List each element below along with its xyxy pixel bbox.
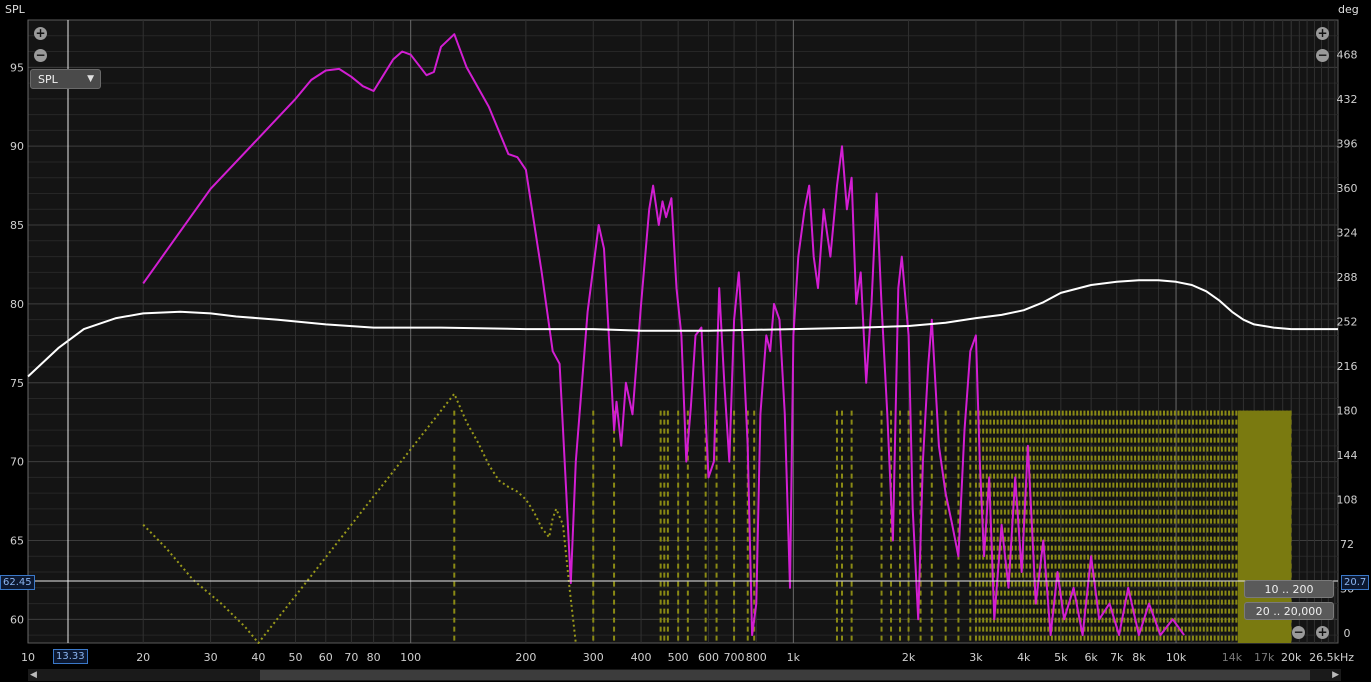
cursor-x-readout: 13.33 (53, 649, 88, 664)
y-tick-label-right: 468 (1337, 49, 1358, 62)
y-tick-label-left: 95 (10, 61, 24, 74)
x-tick-label: 7k (1110, 651, 1124, 664)
y-tick-label-right: 144 (1337, 449, 1358, 462)
x-tick-label: 800 (746, 651, 767, 664)
y-tick-label-left: 80 (10, 298, 24, 311)
right-axis-title: deg (1338, 3, 1359, 16)
x-tick-label: 14k (1222, 651, 1243, 664)
zoom-in-icon[interactable]: + (1316, 626, 1329, 639)
x-tick-label: 100 (400, 651, 421, 664)
y-tick-label-right: 0 (1344, 627, 1351, 640)
x-tick-label: 70 (344, 651, 358, 664)
x-tick-label: 20k (1281, 651, 1302, 664)
x-tick-label: 3k (969, 651, 983, 664)
range-button-low[interactable]: 10 .. 200 (1244, 580, 1334, 598)
x-tick-label: 8k (1132, 651, 1146, 664)
x-tick-label: 5k (1054, 651, 1068, 664)
x-tick-label: 700 (724, 651, 745, 664)
measurement-select[interactable]: SPL ▼ (30, 69, 101, 89)
y-tick-label-right: 396 (1337, 138, 1358, 151)
x-tick-label: 50 (288, 651, 302, 664)
x-tick-label: 2k (902, 651, 916, 664)
zoom-out-icon[interactable]: − (34, 49, 47, 62)
y-tick-label-right: 288 (1337, 271, 1358, 284)
x-tick-label: 40 (251, 651, 265, 664)
zoom-out-icon[interactable]: − (1316, 49, 1329, 62)
x-tick-label: 200 (515, 651, 536, 664)
left-axis-title: SPL (5, 3, 25, 16)
y-tick-label-right: 216 (1337, 360, 1358, 373)
x-tick-label: 500 (668, 651, 689, 664)
caret-down-icon: ▼ (87, 74, 94, 84)
zoom-in-icon[interactable]: + (1316, 27, 1329, 40)
scroll-left-icon[interactable]: ◀ (30, 669, 37, 681)
x-tick-label: 600 (698, 651, 719, 664)
y-tick-label-left: 90 (10, 140, 24, 153)
range-button-full[interactable]: 20 .. 20,000 (1244, 602, 1334, 620)
x-tick-label: 80 (367, 651, 381, 664)
zoom-out-icon[interactable]: − (1292, 626, 1305, 639)
x-tick-label: 6k (1084, 651, 1098, 664)
horizontal-scrollbar[interactable]: ◀ ▶ (28, 669, 1341, 681)
x-tick-label: 300 (583, 651, 604, 664)
cursor-left-readout: 62.45 (0, 575, 35, 590)
y-tick-label-left: 75 (10, 377, 24, 390)
frequency-response-chart[interactable]: 95 90 85 80 75 70 65 60 468 432 396 360 324 288 252 216… (0, 0, 1371, 682)
y-tick-label-right: 324 (1337, 227, 1358, 240)
y-tick-label-right: 432 (1337, 93, 1358, 106)
x-tick-label: 10k (1166, 651, 1187, 664)
y-tick-label-right: 360 (1337, 182, 1358, 195)
zoom-in-icon[interactable]: + (34, 27, 47, 40)
cursor-right-readout: 20.7 (1341, 575, 1370, 590)
scroll-right-icon[interactable]: ▶ (1332, 669, 1339, 681)
x-tick-label: 26.5kHz (1309, 651, 1354, 664)
y-tick-label-right: 72 (1340, 538, 1354, 551)
x-tick-label: 4k (1017, 651, 1031, 664)
x-tick-label: 30 (204, 651, 218, 664)
x-tick-label: 400 (631, 651, 652, 664)
scrollbar-thumb[interactable] (260, 670, 1310, 680)
x-tick-label: 60 (319, 651, 333, 664)
measurement-select-value: SPL (38, 73, 58, 86)
y-tick-label-right: 252 (1337, 316, 1358, 329)
x-tick-label: 1k (787, 651, 801, 664)
y-tick-label-left: 60 (10, 613, 24, 626)
x-tick-label: 10 (21, 651, 35, 664)
x-tick-label: 17k (1254, 651, 1275, 664)
y-tick-label-left: 65 (10, 534, 24, 547)
x-tick-label: 20 (136, 651, 150, 664)
y-tick-label-left: 70 (10, 456, 24, 469)
y-tick-label-left: 85 (10, 219, 24, 232)
y-tick-label-right: 180 (1337, 405, 1358, 418)
y-tick-label-right: 108 (1337, 494, 1358, 507)
